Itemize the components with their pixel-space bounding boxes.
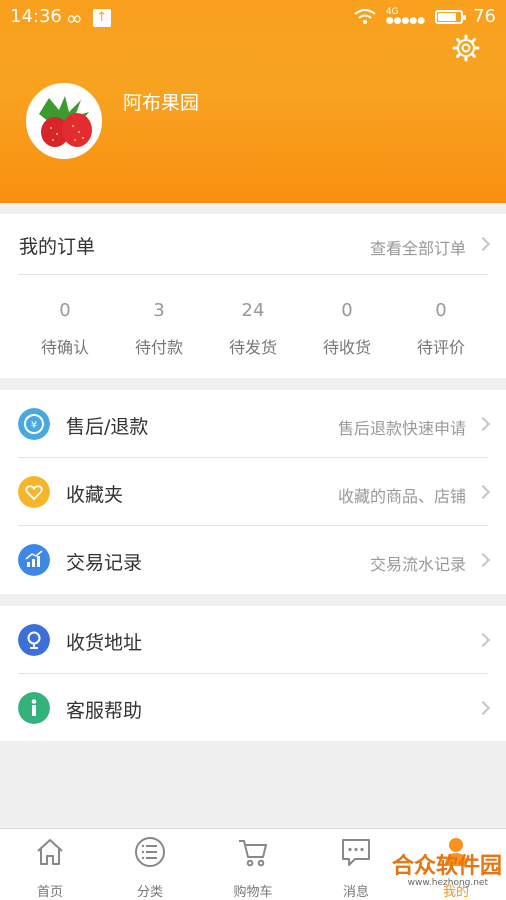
tab-label: 消息 bbox=[342, 885, 369, 900]
chevron-right-icon bbox=[475, 552, 491, 568]
menu-item-refund[interactable]: ¥ 售后/退款 售后退款快速申请 bbox=[0, 390, 506, 458]
svg-text:¥: ¥ bbox=[31, 420, 37, 431]
chevron-right-icon bbox=[475, 632, 491, 648]
status-time: 14:36 bbox=[10, 6, 62, 27]
list-icon bbox=[135, 837, 165, 867]
battery-fill bbox=[438, 12, 457, 21]
battery-icon bbox=[435, 9, 467, 24]
orders-header[interactable]: 我的订单 查看全部订单 bbox=[0, 214, 506, 274]
chevron-right-icon bbox=[475, 700, 491, 716]
chevron-right-icon bbox=[475, 416, 491, 432]
avatar[interactable] bbox=[26, 83, 102, 159]
menu-item-favorites[interactable]: 收藏夹 收藏的商品、店铺 bbox=[0, 458, 506, 526]
order-count: 0 bbox=[435, 300, 447, 321]
battery-level: 76 bbox=[473, 6, 496, 27]
order-count: 0 bbox=[59, 300, 71, 321]
tab-cart[interactable]: 购物车 bbox=[203, 835, 303, 900]
signal-indicator: 4G ●●●●● bbox=[385, 7, 426, 26]
menu-item-title: 收货地址 bbox=[66, 632, 143, 654]
order-status-pending-shipment[interactable]: 24 待发货 bbox=[206, 300, 300, 358]
cart-icon bbox=[239, 840, 267, 867]
orders-card: 我的订单 查看全部订单 0 待确认 3 待付款 24 待发货 0 待收货 0 待… bbox=[0, 214, 506, 378]
divider bbox=[18, 274, 488, 275]
status-bar: 14:36 ∞ ↑ 4G ●●●●● 76 bbox=[0, 0, 506, 34]
tab-home[interactable]: 首页 bbox=[0, 835, 100, 900]
signal-bars: ●●●●● bbox=[385, 15, 426, 26]
menu-item-subtitle: 售后退款快速申请 bbox=[337, 419, 466, 438]
strawberry-image bbox=[29, 86, 99, 156]
message-icon bbox=[342, 839, 370, 866]
tab-label: 分类 bbox=[136, 885, 163, 900]
watermark-text: 合众软件园 bbox=[391, 854, 502, 879]
order-count: 0 bbox=[341, 300, 353, 321]
menu-item-title: 售后/退款 bbox=[66, 416, 149, 438]
home-icon bbox=[37, 839, 63, 865]
order-status-pending-confirm[interactable]: 0 待确认 bbox=[18, 300, 112, 358]
order-status-label: 待评价 bbox=[416, 338, 465, 357]
menu-item-title: 收藏夹 bbox=[66, 484, 124, 506]
order-count: 3 bbox=[153, 300, 165, 321]
order-status-pending-review[interactable]: 0 待评价 bbox=[394, 300, 488, 358]
order-status-pending-payment[interactable]: 3 待付款 bbox=[112, 300, 206, 358]
menu-item-title: 交易记录 bbox=[66, 552, 143, 574]
view-all-orders-link[interactable]: 查看全部订单 bbox=[370, 235, 466, 259]
menu-item-transactions[interactable]: 交易记录 交易流水记录 bbox=[0, 526, 506, 594]
menu-item-title: 客服帮助 bbox=[66, 700, 143, 722]
order-status-label: 待确认 bbox=[40, 338, 89, 357]
watermark-url: www.hezhong.net bbox=[407, 878, 488, 888]
heart-icon bbox=[18, 476, 50, 508]
order-status-label: 待收货 bbox=[322, 338, 371, 357]
location-icon bbox=[18, 624, 50, 656]
order-count: 24 bbox=[241, 300, 265, 321]
upload-icon: ↑ bbox=[92, 9, 111, 27]
wifi-icon bbox=[354, 8, 376, 24]
profile-header: 14:36 ∞ ↑ 4G ●●●●● 76 阿布果园 bbox=[0, 0, 506, 203]
settings-gear-icon[interactable] bbox=[452, 34, 480, 62]
shop-name[interactable]: 阿布果园 bbox=[123, 88, 199, 115]
menu-item-address[interactable]: 收货地址 bbox=[0, 606, 506, 674]
menu-group-support: 收货地址 客服帮助 bbox=[0, 606, 506, 741]
orders-title: 我的订单 bbox=[19, 236, 96, 258]
menu-group-services: ¥ 售后/退款 售后退款快速申请 收藏夹 收藏的商品、店铺 交易记录 交易流水记… bbox=[0, 390, 506, 594]
tab-label: 首页 bbox=[36, 885, 63, 900]
tab-category[interactable]: 分类 bbox=[100, 835, 200, 900]
tab-label: 购物车 bbox=[233, 885, 273, 900]
order-status-row: 0 待确认 3 待付款 24 待发货 0 待收货 0 待评价 bbox=[18, 300, 488, 358]
menu-item-customer-service[interactable]: 客服帮助 bbox=[0, 674, 506, 742]
chevron-right-icon bbox=[475, 236, 491, 252]
order-status-label: 待付款 bbox=[134, 338, 183, 357]
chart-icon bbox=[18, 544, 50, 576]
refund-icon: ¥ bbox=[18, 408, 50, 440]
order-status-label: 待发货 bbox=[228, 338, 277, 357]
info-icon bbox=[18, 692, 50, 724]
menu-item-subtitle: 收藏的商品、店铺 bbox=[337, 487, 466, 506]
infinity-icon: ∞ bbox=[66, 6, 83, 30]
chevron-right-icon bbox=[475, 484, 491, 500]
order-status-pending-receipt[interactable]: 0 待收货 bbox=[300, 300, 394, 358]
menu-item-subtitle: 交易流水记录 bbox=[369, 555, 466, 574]
